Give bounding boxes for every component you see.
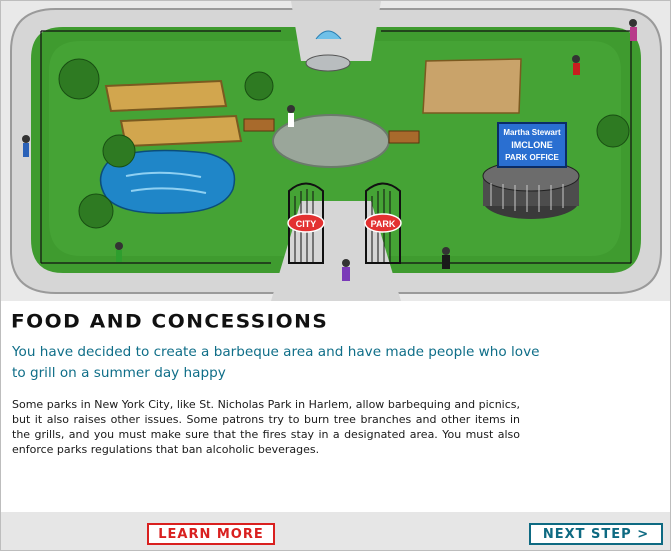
page-title: Food and Concessions — [11, 309, 329, 333]
city-gate-sign: CITY — [296, 219, 317, 229]
footer-bar: Learn More Next Step > — [1, 512, 670, 550]
body-text: Some parks in New York City, like St. Ni… — [12, 398, 520, 456]
park-gate-sign: PARK — [371, 219, 396, 229]
park-map: Martha Stewart IMCLONE PARK OFFICE CITY … — [1, 1, 670, 301]
office-sign-line2: IMCLONE — [511, 140, 553, 150]
next-step-button[interactable]: Next Step > — [529, 523, 663, 545]
office-sign-line1: Martha Stewart — [503, 128, 561, 137]
office-sign-line3: PARK OFFICE — [505, 153, 559, 162]
park-scene: Martha Stewart IMCLONE PARK OFFICE CITY … — [1, 1, 670, 301]
learn-more-button[interactable]: Learn More — [147, 523, 275, 545]
game-window: Martha Stewart IMCLONE PARK OFFICE CITY … — [0, 0, 671, 551]
page-subtitle: You have decided to create a barbeque ar… — [12, 344, 540, 381]
